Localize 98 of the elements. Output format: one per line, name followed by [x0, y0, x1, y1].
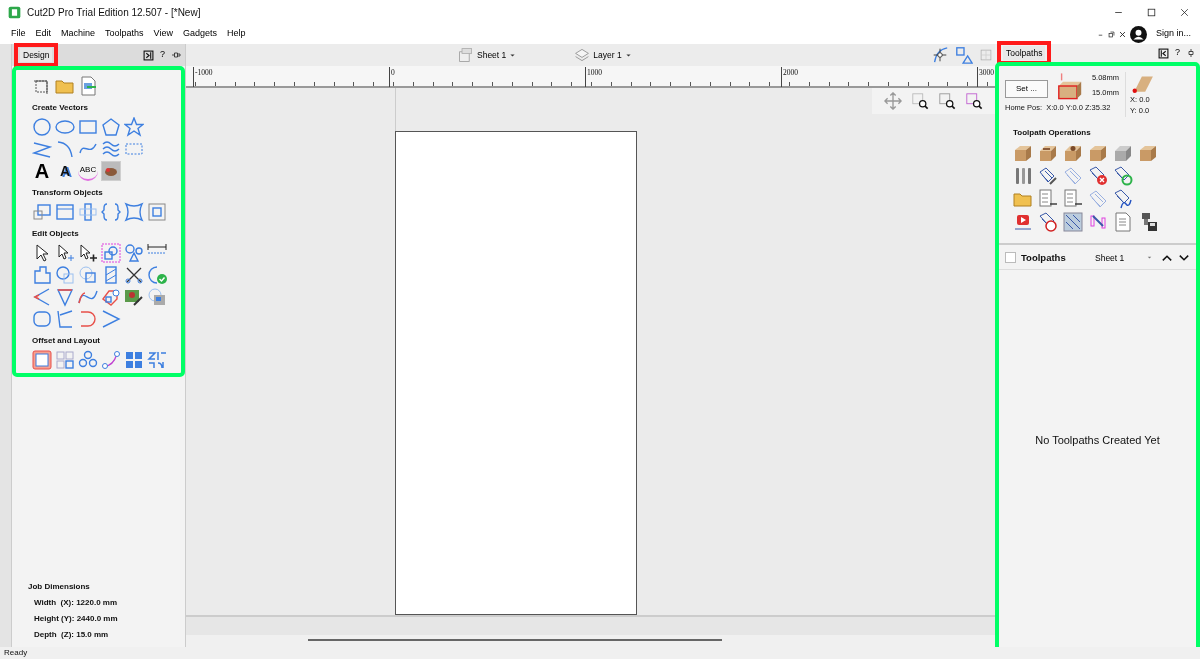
text-tool-button[interactable]: A — [55, 161, 75, 181]
close-icon[interactable] — [1179, 6, 1190, 18]
menu-item[interactable]: Edit — [30, 27, 57, 41]
path-icon[interactable] — [101, 350, 121, 370]
rounded-rectangle-icon[interactable] — [32, 309, 52, 329]
collapse-icon[interactable] — [1158, 47, 1169, 59]
hatch-curve-icon[interactable] — [1113, 188, 1133, 209]
menu-item[interactable]: Toolpaths — [100, 27, 149, 41]
polygon-icon[interactable] — [101, 287, 121, 307]
hatch-frame-icon[interactable] — [1063, 211, 1083, 232]
sign-in-link[interactable]: Sign in... — [1150, 27, 1196, 41]
circle-icon[interactable] — [32, 117, 52, 137]
zigzag-icon[interactable] — [32, 139, 52, 159]
hatch-delete-icon[interactable] — [1088, 165, 1108, 186]
wave-pattern-icon[interactable] — [101, 139, 121, 159]
center-icon[interactable] — [147, 202, 167, 222]
section-title: Edit Objects — [32, 228, 80, 240]
pentagon-icon[interactable] — [101, 117, 121, 137]
snap-icon[interactable] — [931, 46, 949, 64]
scale-icon[interactable] — [32, 202, 52, 222]
help-button[interactable]: ? — [1175, 46, 1180, 60]
triangle-icon[interactable] — [55, 287, 75, 307]
job-dimension-text: Height (Y): 2440.0 mm — [34, 613, 119, 625]
shapes-icon[interactable] — [955, 46, 973, 64]
menu-item[interactable]: Help — [222, 27, 251, 41]
tiles-icon[interactable] — [124, 350, 144, 370]
user-icon[interactable] — [1129, 25, 1147, 43]
zoom-icon[interactable] — [938, 92, 956, 110]
job-dimension-text: Width (X): 1220.0 mm — [34, 597, 119, 609]
window-title: Cut2D Pro Trial Edition 12.507 - [*New] — [27, 5, 201, 20]
arc-icon[interactable] — [55, 139, 75, 159]
import-icon[interactable] — [78, 76, 98, 96]
checkbox[interactable] — [1005, 252, 1016, 264]
app-logo-icon — [8, 5, 21, 19]
shapes-icon[interactable] — [124, 243, 144, 263]
warp-icon[interactable] — [124, 202, 144, 222]
section-title: Offset and Layout — [32, 335, 101, 347]
caret-icon — [1146, 254, 1153, 262]
section-title: Create Vectors — [32, 102, 90, 114]
menu-item[interactable]: File — [6, 27, 31, 41]
align-icon[interactable] — [78, 202, 98, 222]
image-icon[interactable] — [147, 287, 167, 307]
u-curve-icon[interactable] — [78, 309, 98, 329]
expand-icon[interactable] — [143, 49, 154, 61]
job-dimension-text: Depth (Z): 15.0 mm — [34, 629, 110, 641]
menu-item[interactable]: View — [148, 27, 178, 41]
section-title: Transform Objects — [32, 187, 104, 199]
offset-icon[interactable] — [32, 350, 52, 370]
check-icon[interactable] — [147, 265, 167, 285]
text-tool-button[interactable]: ABC — [78, 161, 98, 181]
pointer-node-icon[interactable] — [55, 243, 75, 263]
grid-icon[interactable] — [55, 350, 75, 370]
caret-icon — [509, 51, 517, 59]
restore-icon[interactable] — [1107, 30, 1115, 38]
material-block-drawing — [1055, 72, 1084, 100]
caret-icon — [624, 51, 632, 59]
move-icon[interactable] — [884, 92, 902, 110]
panel-tab[interactable]: Toolpaths — [1003, 45, 1046, 61]
frame-icon[interactable] — [55, 202, 75, 222]
maximize-icon[interactable] — [1146, 6, 1157, 18]
scroll-bar[interactable] — [308, 639, 722, 641]
hatch-refresh-icon[interactable] — [1113, 165, 1133, 186]
brace-icon[interactable] — [101, 202, 121, 222]
list-title: Toolpaths — [1021, 250, 1066, 265]
set-button[interactable]: Set ... — [1005, 80, 1048, 98]
empty-message: No Toolpaths Created Yet — [1035, 433, 1160, 449]
sheet-icon — [458, 47, 474, 63]
circles-icon[interactable] — [78, 350, 98, 370]
section-title: Toolpath Operations — [1013, 126, 1092, 139]
zoom-icon[interactable] — [965, 92, 983, 110]
menu-item[interactable]: Machine — [56, 27, 101, 41]
hatch-clock-icon[interactable] — [1038, 211, 1058, 232]
image-pen-icon[interactable] — [124, 287, 144, 307]
hatch-pen-icon[interactable] — [1038, 165, 1058, 186]
layers-icon — [574, 47, 591, 63]
document-arrow-icon[interactable] — [1038, 188, 1058, 209]
rectangle-icon[interactable] — [78, 117, 98, 137]
job-dimensions-title: Job Dimensions — [28, 581, 91, 593]
dropdown-button[interactable]: Sheet 1 — [458, 47, 517, 63]
bracket-icon[interactable] — [55, 309, 75, 329]
angle-icon[interactable] — [32, 287, 52, 307]
document-arrow-icon[interactable] — [1063, 188, 1083, 209]
letters-grid-icon[interactable] — [147, 350, 167, 370]
zoom-icon[interactable] — [911, 92, 929, 110]
ellipse-icon[interactable] — [55, 117, 75, 137]
panel-tab[interactable]: Design — [20, 47, 53, 63]
dropdown-button[interactable]: Layer 1 — [574, 47, 632, 63]
menu-item[interactable]: Gadgets — [177, 27, 222, 41]
subtract-icon[interactable] — [55, 265, 75, 285]
pointer-plus-icon[interactable] — [78, 243, 98, 263]
bird-image-icon[interactable] — [101, 161, 121, 181]
text-tool-button[interactable]: A — [32, 161, 52, 181]
help-button[interactable]: ? — [160, 48, 165, 62]
scissors-icon[interactable] — [124, 265, 144, 285]
star-icon[interactable] — [124, 117, 144, 137]
chevron-icon[interactable] — [101, 309, 121, 329]
close-icon[interactable] — [1118, 30, 1126, 38]
router-bits-icon[interactable] — [1013, 165, 1033, 186]
